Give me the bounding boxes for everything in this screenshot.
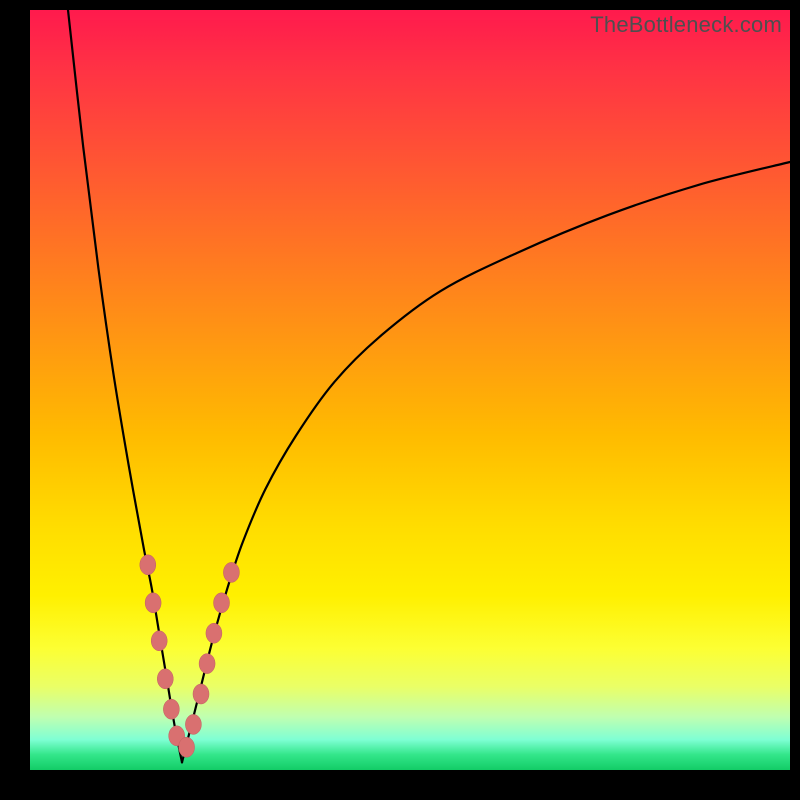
marker-group <box>140 555 240 757</box>
curve-right-branch <box>182 162 790 762</box>
chart-plot-area: TheBottleneck.com <box>30 10 790 770</box>
data-marker <box>185 714 201 734</box>
data-marker <box>214 593 230 613</box>
chart-frame: TheBottleneck.com <box>0 0 800 800</box>
data-marker <box>145 593 161 613</box>
data-marker <box>163 699 179 719</box>
data-marker <box>193 684 209 704</box>
data-marker <box>223 562 239 582</box>
data-marker <box>199 654 215 674</box>
data-marker <box>179 737 195 757</box>
data-marker <box>151 631 167 651</box>
chart-svg <box>30 10 790 770</box>
data-marker <box>157 669 173 689</box>
data-marker <box>206 623 222 643</box>
data-marker <box>140 555 156 575</box>
curve-left-branch <box>68 10 182 762</box>
